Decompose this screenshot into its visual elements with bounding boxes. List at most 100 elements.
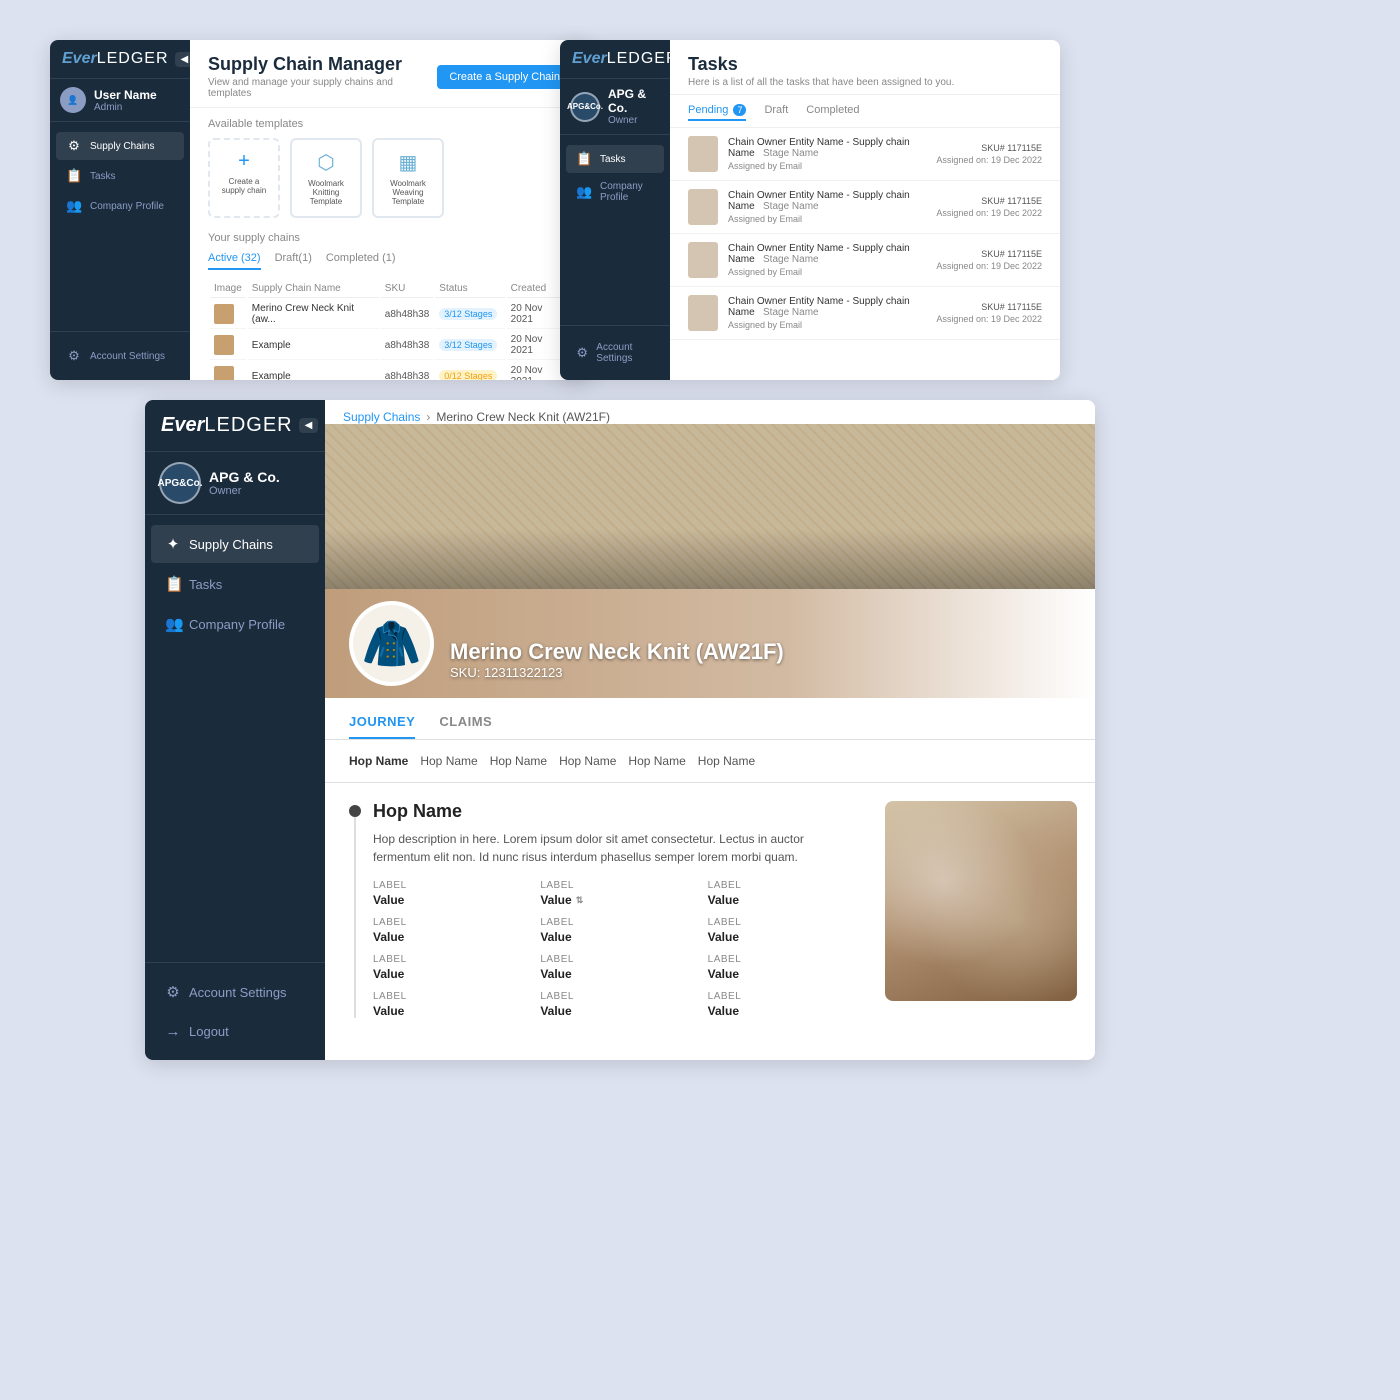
tab-draft-tasks[interactable]: Draft [764,101,788,121]
hop-label-item: LABEL Value [373,954,526,981]
avatar-scm: 👤 [60,87,86,113]
task-name: Chain Owner Entity Name - Supply chain N… [728,190,926,212]
your-chains-label: Your supply chains [208,232,572,244]
tasks-content: Tasks Here is a list of all the tasks th… [670,40,1060,380]
gear-icon-scm: ⚙ [66,138,82,154]
template-create[interactable]: + Create a supply chain [208,138,280,218]
breadcrumb-supply-chains[interactable]: Supply Chains [343,410,420,424]
tasks-title: Tasks [688,54,1042,75]
company-icon-scm: 👥 [66,198,82,214]
tab-completed-tasks[interactable]: Completed [806,101,859,121]
template-woolmark-weaving[interactable]: ▦ Woolmark Weaving Template [372,138,444,218]
product-header: 🧥 Merino Crew Neck Knit (AW21F) SKU: 123… [325,589,1095,698]
supply-chains-table: Image Supply Chain Name SKU Status Creat… [208,278,572,380]
task-assigned-by: Assigned by Email [728,161,926,171]
tab-journey[interactable]: JOURNEY [349,708,415,739]
nav-main: ✦ Supply Chains 📋 Tasks 👥 Company Profil… [145,515,325,962]
task-item[interactable]: Chain Owner Entity Name - Supply chain N… [670,234,1060,287]
hop-name-item[interactable]: Hop Name [698,750,767,772]
role-main: Owner [209,485,280,497]
hop-description: Hop description in here. Lorem ipsum dol… [373,830,861,866]
account-settings-main[interactable]: ⚙ Account Settings [151,973,319,1011]
weaving-icon: ▦ [399,150,418,175]
hop-section: Hop Name Hop description in here. Lorem … [373,801,861,1018]
panel-tasks: Ever LEDGER ◀ APG&Co. APG & Co. Owner 📋 … [560,40,1060,380]
task-item[interactable]: Chain Owner Entity Name - Supply chain N… [670,181,1060,234]
sidebar-item-tasks-main[interactable]: 📋 Tasks [151,565,319,603]
tab-claims[interactable]: CLAIMS [439,708,492,739]
hop-label-item: LABEL Value ⇅ [540,880,693,907]
company-nav-label-tasks: Company Profile [600,181,654,203]
hop-label-item: LABEL Value [373,917,526,944]
tab-active[interactable]: Active (32) [208,252,261,270]
hero-area [325,424,1095,589]
supply-chains-label-main: Supply Chains [189,537,273,552]
logout-icon-main: → [165,1023,181,1040]
task-thumbnail [688,189,718,225]
template-weaving-label: Woolmark Weaving Template [384,179,432,206]
hop-name-item[interactable]: Hop Name [420,750,489,772]
sidebar-item-company-scm[interactable]: 👥 Company Profile [56,192,184,220]
breadcrumb-product: Merino Crew Neck Knit (AW21F) [436,410,610,424]
sidebar-item-account-scm[interactable]: ⚙ Account Settings [56,342,184,370]
nav-tasks: 📋 Tasks 👥 Company Profile [560,135,670,325]
table-row[interactable]: Merino Crew Neck Knit (aw... a8h48h38 3/… [210,300,570,329]
sidebar-logo-tasks: Ever LEDGER ◀ [560,40,670,79]
task-thumbnail [688,242,718,278]
tab-draft[interactable]: Draft(1) [275,252,312,270]
account-settings-tasks[interactable]: ⚙ Account Settings [566,336,664,370]
template-create-label: Create a supply chain [220,177,268,195]
templates-label: Available templates [208,118,572,130]
user-role-scm: Admin [94,102,157,113]
sidebar-tasks: Ever LEDGER ◀ APG&Co. APG & Co. Owner 📋 … [560,40,670,380]
tasks-icon-scm: 📋 [66,168,82,184]
task-date: Assigned on: 19 Dec 2022 [936,261,1042,271]
sidebar-item-company-main[interactable]: 👥 Company Profile [151,605,319,643]
username-scm: User Name [94,88,157,102]
template-woolmark-knitting[interactable]: ⬡ Woolmark Knitting Template [290,138,362,218]
scm-header: Supply Chain Manager View and manage you… [190,40,590,108]
collapse-main-btn[interactable]: ◀ [299,418,319,433]
settings-icon-scm: ⚙ [66,348,82,364]
sort-icon[interactable]: ⇅ [576,895,584,906]
task-sku: SKU# 117115E [936,302,1042,312]
table-row[interactable]: Example a8h48h38 0/12 Stages 20 Nov 2021 [210,362,570,380]
col-name: Supply Chain Name [248,280,379,298]
settings-icon-tasks: ⚙ [576,345,588,361]
tasks-subtitle: Here is a list of all the tasks that hav… [688,77,1042,88]
scm-content: Supply Chain Manager View and manage you… [190,40,590,380]
logout-label-main: Logout [189,1024,229,1039]
sidebar-item-tasks[interactable]: 📋 Tasks [566,145,664,173]
avatar-main: APG&Co. [159,462,201,504]
hop-name-item[interactable]: Hop Name [559,750,628,772]
settings-icon-main: ⚙ [165,983,181,1001]
sidebar-item-tasks-scm[interactable]: 📋 Tasks [56,162,184,190]
sidebar-user-tasks: APG&Co. APG & Co. Owner [560,79,670,135]
task-item[interactable]: Chain Owner Entity Name - Supply chain N… [670,287,1060,340]
hop-labels-grid: LABEL Value LABEL Value ⇅ LABEL Value LA… [373,880,861,1018]
col-sku: SKU [381,280,434,298]
tasks-list: Chain Owner Entity Name - Supply chain N… [670,128,1060,340]
task-assigned-by: Assigned by Email [728,214,926,224]
supply-chains-icon-main: ✦ [165,535,181,553]
sidebar-footer-tasks: ⚙ Account Settings [560,325,670,380]
table-row[interactable]: Example a8h48h38 3/12 Stages 20 Nov 2021 [210,331,570,360]
tab-completed[interactable]: Completed (1) [326,252,396,270]
tab-pending[interactable]: Pending 7 [688,101,746,121]
sidebar-item-company-tasks[interactable]: 👥 Company Profile [566,175,664,209]
task-item[interactable]: Chain Owner Entity Name - Supply chain N… [670,128,1060,181]
logout-main[interactable]: → Logout [151,1013,319,1050]
sidebar-item-supply-chains-main[interactable]: ✦ Supply Chains [151,525,319,563]
hop-name-item[interactable]: Hop Name [349,750,420,772]
hop-name-item[interactable]: Hop Name [628,750,697,772]
hop-name-item[interactable]: Hop Name [490,750,559,772]
sidebar-label-account-scm: Account Settings [90,351,165,362]
tasks-label-main: Tasks [189,577,222,592]
sidebar-item-supply-chains-scm[interactable]: ⚙ Supply Chains [56,132,184,160]
create-supply-chain-btn[interactable]: Create a Supply Chain [437,65,572,89]
hop-label-item: LABEL Value [373,880,526,907]
sidebar-logo-scm: Ever LEDGER ◀ [50,40,190,79]
tasks-icon-main: 📋 [165,575,181,593]
sidebar-label-supply-chains: Supply Chains [90,141,154,152]
company-tasks: APG & Co. [608,87,660,115]
